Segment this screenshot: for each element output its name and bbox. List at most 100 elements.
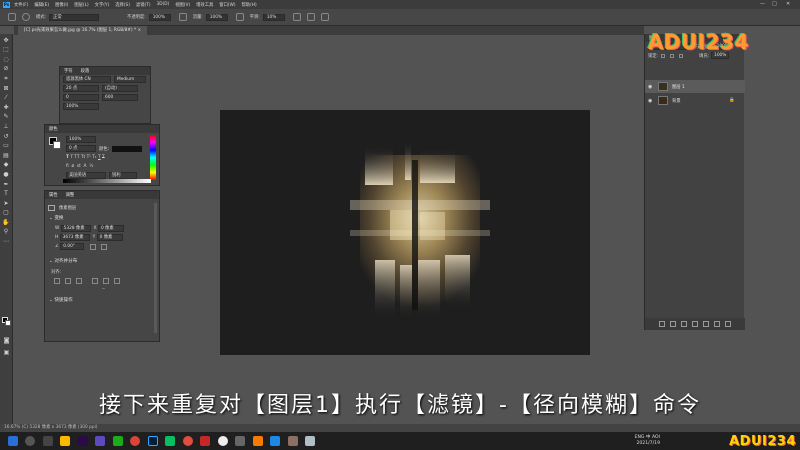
eye-icon[interactable]: ◉ (648, 98, 654, 104)
tab-adjustments[interactable]: 调整 (66, 192, 75, 198)
pressure-opacity-icon[interactable] (178, 13, 187, 21)
menu-image[interactable]: 图像(I) (55, 2, 68, 8)
more-tools-icon[interactable]: ⋯ (2, 238, 11, 245)
layer-row[interactable]: ◉ 背景 🔒 (645, 94, 745, 107)
app-orange-icon[interactable] (252, 436, 263, 446)
tab-paragraph[interactable]: 段落 (81, 68, 90, 74)
lock-position-icon[interactable] (678, 53, 683, 58)
menu-view[interactable]: 视图(V) (175, 2, 190, 8)
align-center-v-button[interactable] (103, 277, 109, 284)
stamp-tool-icon[interactable]: ⊥ (2, 123, 11, 130)
tab-color[interactable]: 颜色 (49, 126, 58, 132)
eraser-tool-icon[interactable]: ▭ (2, 142, 11, 149)
notes-icon[interactable] (235, 436, 245, 446)
underline-button[interactable]: T (98, 155, 101, 160)
align-center-h-button[interactable] (64, 277, 71, 284)
link-layers-icon[interactable] (659, 321, 665, 327)
pen-tool-icon[interactable]: ✒ (2, 181, 11, 188)
font-size-input[interactable]: 20 点 (63, 85, 99, 92)
airbrush-icon[interactable] (235, 13, 244, 21)
swash-button[interactable]: st (77, 164, 81, 169)
clock-date[interactable]: 2021/7/19 (635, 441, 660, 447)
all-caps-button[interactable]: TT (74, 155, 79, 160)
transform-section-title[interactable]: ⌄ 变换 (45, 212, 159, 224)
home-icon[interactable] (8, 13, 16, 21)
grayscale-ramp[interactable] (63, 179, 151, 183)
new-group-icon[interactable] (703, 321, 709, 327)
text-color-swatch[interactable] (112, 145, 143, 152)
small-caps-button[interactable]: Tt (81, 155, 85, 160)
eye-icon[interactable]: ◉ (648, 84, 654, 90)
layer-row[interactable]: ◉ 图层 1 (645, 80, 745, 93)
menu-3d[interactable]: 3D(D) (157, 2, 170, 7)
menu-window[interactable]: 窗口(W) (219, 2, 235, 8)
ligature-button[interactable]: fi (66, 164, 69, 169)
hue-slider[interactable] (150, 135, 156, 180)
gear-icon[interactable] (292, 13, 301, 21)
align-bottom-button[interactable] (114, 277, 120, 284)
premiere-icon[interactable] (77, 436, 88, 446)
record-icon[interactable] (217, 436, 228, 446)
align-left-button[interactable] (53, 277, 60, 284)
search-icon[interactable] (25, 436, 35, 446)
angle-icon[interactable] (306, 13, 315, 21)
smoothing-input[interactable]: 10% (262, 13, 285, 21)
menu-plugins[interactable]: 增效工具 (196, 2, 213, 8)
marquee-tool-icon[interactable]: ⬚ (2, 46, 11, 53)
task-view-icon[interactable] (42, 436, 53, 446)
align-top-button[interactable] (92, 277, 98, 284)
mode-select[interactable]: 正常 (49, 13, 100, 21)
minimize-button[interactable]: — (760, 1, 765, 7)
align-section-title[interactable]: ⌄ 对齐并分布 (45, 255, 159, 267)
menu-edit[interactable]: 编辑(E) (34, 2, 49, 8)
leading-input[interactable]: (自动) (102, 85, 138, 92)
kerning-input[interactable]: 0 (63, 94, 99, 101)
layer-style-icon[interactable] (670, 321, 676, 327)
lock-image-icon[interactable] (669, 53, 674, 58)
quick-actions-section-title[interactable]: ⌄ 快速操作 (45, 294, 159, 306)
document-tab[interactable]: [C] ps光束效果怎么做.jpg @ 16.7% (图层 1, RGB/8#)… (18, 26, 148, 35)
angle-input[interactable]: 0.00° (60, 243, 85, 250)
photoshop-taskbar-icon[interactable] (147, 436, 158, 446)
color-background-swatch[interactable] (53, 141, 61, 149)
align-right-button[interactable] (75, 277, 82, 284)
crop-tool-icon[interactable]: ⌗ (2, 75, 11, 82)
titling-button[interactable]: A (84, 164, 87, 169)
vertical-scale-input[interactable]: 100% (63, 103, 99, 110)
dodge-tool-icon[interactable]: ● (2, 171, 11, 178)
anti-alias-select[interactable]: 锐利 (109, 172, 137, 179)
menu-file[interactable]: 文件(F) (14, 2, 28, 8)
tab-properties[interactable]: 属性 (49, 192, 58, 198)
tab-character[interactable]: 字符 (64, 68, 73, 74)
flow-input[interactable]: 100% (205, 13, 228, 21)
screen-mode-icon[interactable]: ▣ (2, 349, 11, 356)
language-select[interactable]: 美国英语 (66, 172, 106, 179)
faux-italic-button[interactable]: T (70, 155, 73, 160)
properties-scrollbar[interactable] (154, 203, 157, 333)
menu-help[interactable]: 帮助(H) (242, 2, 257, 8)
document-canvas[interactable] (220, 110, 590, 355)
brush-preset-icon[interactable] (22, 13, 30, 21)
font-family-select[interactable]: 思源黑体 CN (63, 76, 111, 83)
lasso-tool-icon[interactable]: ◌ (2, 56, 11, 63)
superscript-button[interactable]: T¹ (87, 155, 91, 160)
height-input[interactable]: 3673 像素 (59, 234, 90, 241)
eyedropper-tool-icon[interactable]: ⁄ (2, 94, 11, 101)
x-input[interactable]: 0 像素 (97, 225, 124, 232)
doc-icon[interactable] (305, 436, 315, 446)
type-tool-icon[interactable]: T (2, 190, 11, 197)
add-mask-icon[interactable] (681, 321, 687, 327)
lock-transparent-icon[interactable] (660, 53, 665, 58)
ordinal-button[interactable]: ø (71, 164, 74, 169)
flip-vertical-button[interactable] (100, 243, 107, 250)
after-effects-icon[interactable] (95, 436, 105, 446)
quick-mask-icon[interactable]: ◙ (2, 337, 11, 344)
adjustment-layer-icon[interactable] (692, 321, 698, 327)
image-viewer-icon[interactable] (287, 436, 298, 446)
move-tool-icon[interactable]: ✥ (2, 37, 11, 44)
quick-select-tool-icon[interactable]: ⊘ (2, 65, 11, 72)
subscript-button[interactable]: T₁ (92, 155, 96, 160)
blur-tool-icon[interactable]: ◆ (2, 161, 11, 168)
tracking-input[interactable]: 600 (102, 94, 138, 101)
fraction-button[interactable]: ½ (89, 164, 93, 169)
